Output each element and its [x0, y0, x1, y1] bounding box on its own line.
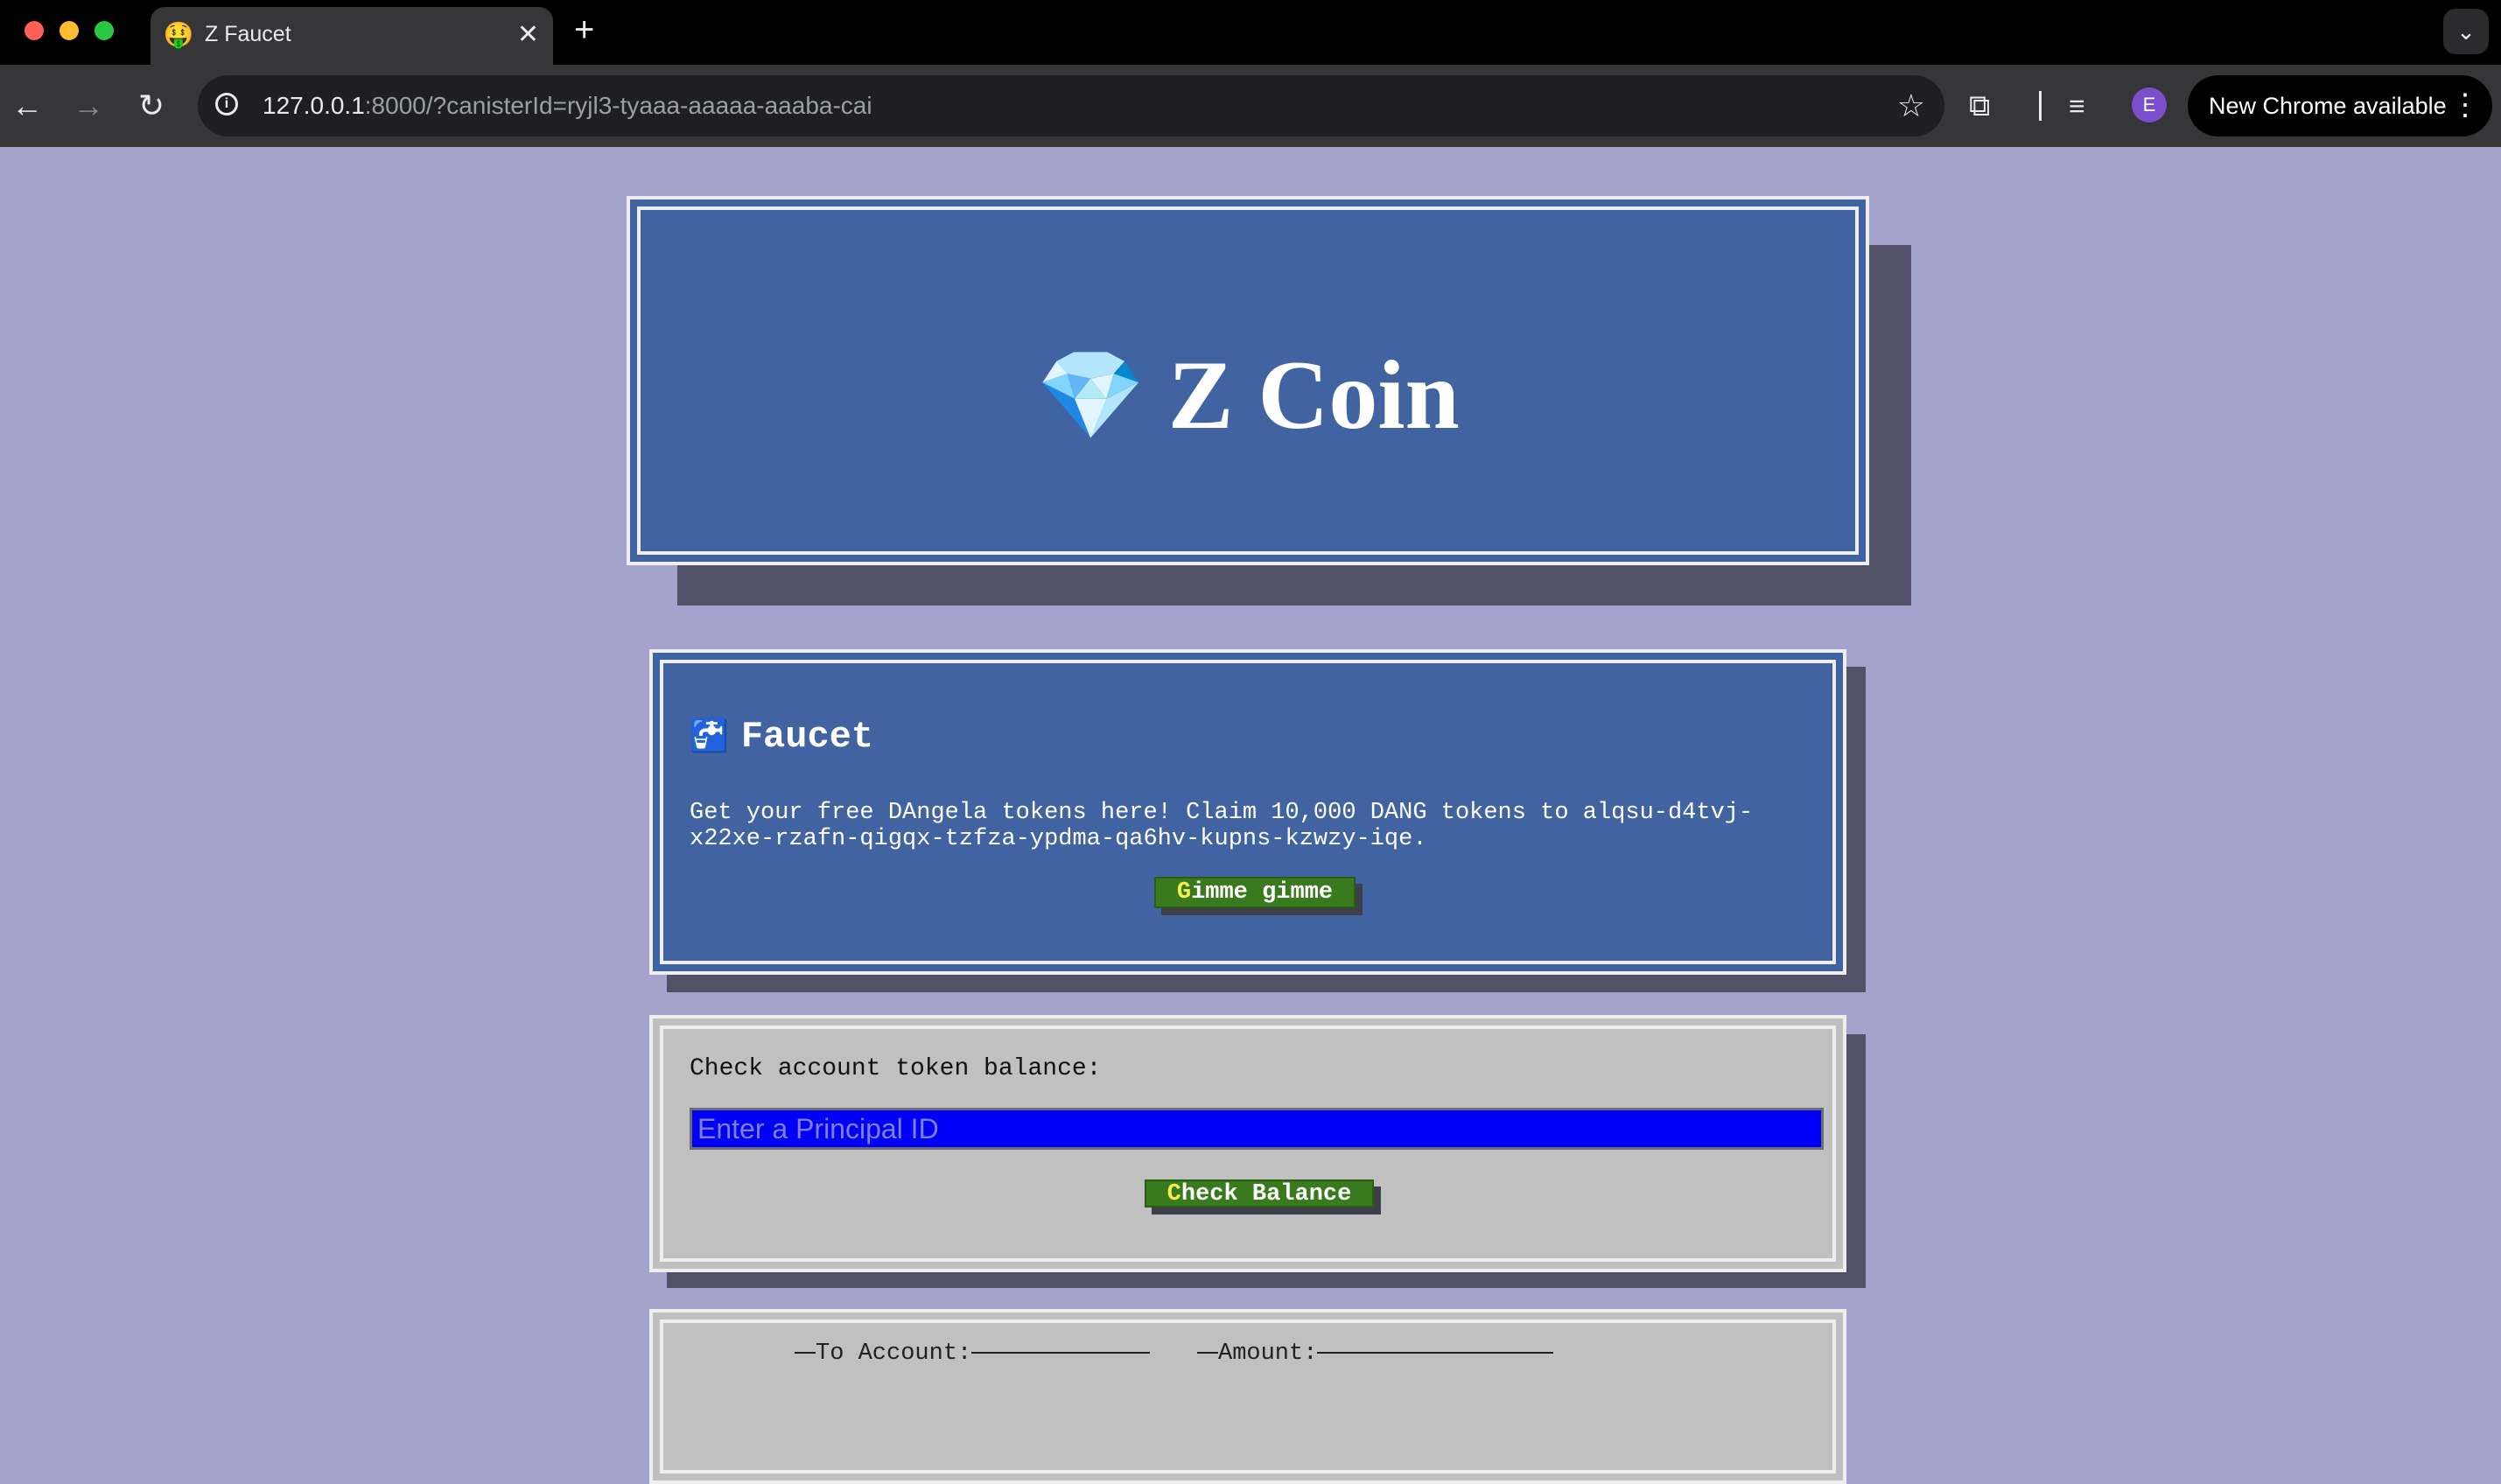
balance-panel-inner: Check account token balance: Check Balan…	[660, 1026, 1836, 1262]
transfer-panel: To Account: Amount:	[649, 1309, 1846, 1484]
faucet-heading-text: Faucet	[740, 716, 874, 758]
check-balance-first-letter: C	[1166, 1181, 1181, 1208]
gem-icon: 💎	[1036, 346, 1145, 444]
transfer-panel-inner: To Account: Amount:	[660, 1320, 1836, 1474]
gimme-gimme-button[interactable]: Gimme gimme	[1154, 877, 1356, 908]
back-arrow-icon[interactable]: ←	[5, 84, 49, 128]
media-queue-icon[interactable]: ≡	[2069, 86, 2085, 126]
site-info-icon[interactable]: i	[215, 93, 238, 116]
address-bar[interactable]: i 127.0.0.1:8000/?canisterId=ryjl3-tyaaa…	[198, 75, 1944, 136]
toolbar-divider	[2039, 91, 2042, 121]
money-mouth-face-icon: 🤑	[163, 21, 194, 48]
chrome-update-button[interactable]: New Chrome available ⋮	[2188, 75, 2492, 136]
header-panel-inner: 💎 Z Coin	[637, 206, 1859, 555]
url-host: 127.0.0.1	[263, 92, 365, 119]
profile-avatar[interactable]: E	[2132, 88, 2167, 122]
more-vert-icon[interactable]: ⋮	[2450, 88, 2480, 122]
window-close-button[interactable]	[25, 21, 44, 40]
new-tab-plus-icon[interactable]: +	[574, 12, 594, 47]
faucet-description: Get your free DAngela tokens here! Claim…	[690, 800, 1754, 852]
faucet-tap-icon: 🚰	[690, 720, 729, 756]
url-text[interactable]: 127.0.0.1:8000/?canisterId=ryjl3-tyaaa-a…	[263, 92, 872, 120]
forward-arrow-icon[interactable]: →	[67, 84, 110, 128]
gimme-button-first-letter: G	[1176, 879, 1192, 906]
check-balance-button[interactable]: Check Balance	[1145, 1180, 1374, 1208]
window-maximize-button[interactable]	[95, 21, 114, 40]
principal-id-input[interactable]	[690, 1108, 1824, 1150]
faucet-heading: 🚰 Faucet	[690, 716, 873, 758]
faucet-panel: 🚰 Faucet Get your free DAngela tokens her…	[649, 649, 1846, 975]
balance-label: Check account token balance:	[690, 1055, 1102, 1082]
field-rule	[971, 1351, 1151, 1354]
title-text: Z Coin	[1167, 341, 1460, 450]
update-label: New Chrome available	[2209, 93, 2447, 119]
field-rule	[1197, 1351, 1218, 1354]
gimme-button-label: imme gimme	[1191, 879, 1334, 906]
browser-tab-bar: 🤑 Z Faucet ✕ + ⌄	[0, 0, 2501, 65]
extensions-puzzle-icon[interactable]: ⧉	[1969, 86, 1990, 126]
faucet-panel-inner: 🚰 Faucet Get your free DAngela tokens her…	[660, 660, 1836, 964]
check-balance-label: heck Balance	[1180, 1181, 1352, 1208]
tab-search-chevron-icon[interactable]: ⌄	[2443, 9, 2489, 54]
browser-toolbar: ← → ↻ i 127.0.0.1:8000/?canisterId=ryjl3…	[0, 65, 2501, 147]
reload-icon[interactable]: ↻	[130, 84, 173, 128]
bookmark-star-icon[interactable]: ☆	[1897, 86, 1925, 126]
header-panel: 💎 Z Coin	[627, 196, 1869, 565]
field-rule	[1317, 1351, 1554, 1354]
tab-title: Z Faucet	[205, 22, 291, 46]
page-title: 💎 Z Coin	[641, 340, 1855, 452]
field-rule	[795, 1351, 816, 1354]
tab-close-icon[interactable]: ✕	[517, 19, 539, 51]
window-minimize-button[interactable]	[60, 21, 79, 40]
browser-tab[interactable]: 🤑 Z Faucet ✕	[151, 7, 553, 65]
balance-panel: Check account token balance: Check Balan…	[649, 1015, 1846, 1272]
url-path: :8000/?canisterId=ryjl3-tyaaa-aaaaa-aaab…	[364, 92, 872, 119]
